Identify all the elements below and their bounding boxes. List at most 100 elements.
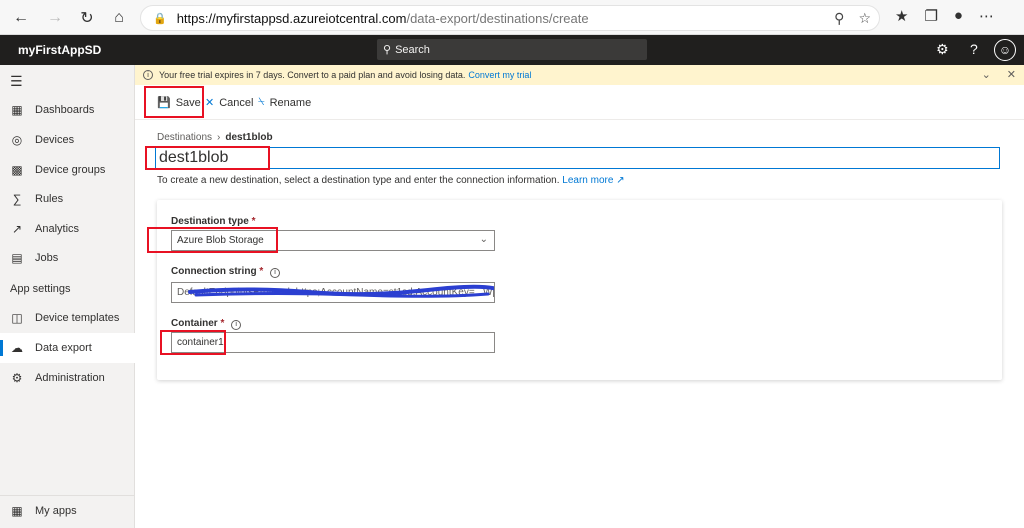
highlight-destination-type: [147, 227, 278, 253]
address-bar[interactable]: 🔒 https://myfirstappsd.azureiotcentral.c…: [140, 5, 880, 31]
destination-name-input[interactable]: dest1blob: [155, 147, 1000, 169]
forward-icon[interactable]: →: [44, 7, 66, 29]
jobs-icon: ▤: [11, 251, 23, 265]
destination-type-label: Destination type *: [171, 216, 255, 227]
helper-text: To create a new destination, select a de…: [157, 175, 625, 186]
helper-description: To create a new destination, select a de…: [157, 175, 560, 186]
profile-icon[interactable]: ●: [954, 7, 963, 25]
sidebar-item-device-groups[interactable]: ▩ Device groups: [0, 155, 135, 185]
rename-icon: ⍀: [258, 96, 265, 108]
rules-icon: ∑: [12, 192, 22, 206]
refresh-icon[interactable]: ↻: [76, 7, 98, 29]
sidebar-item-label: Rules: [35, 193, 64, 205]
cancel-x-icon: ✕: [205, 97, 215, 109]
trial-banner: i Your free trial expires in 7 days. Con…: [135, 65, 1024, 85]
sidebar-item-label: Dashboards: [35, 104, 95, 116]
rename-label: Rename: [269, 96, 312, 109]
data-export-icon: ☁: [11, 341, 23, 355]
redaction-scribble: [188, 284, 494, 298]
sidebar-item-label: Device groups: [35, 164, 106, 176]
url-path: /data-export/destinations/create: [406, 10, 589, 26]
rename-button[interactable]: ⍀ Rename: [258, 96, 311, 109]
more-options-icon[interactable]: ⋯: [979, 7, 994, 25]
cancel-button[interactable]: ✕ Cancel: [205, 96, 254, 110]
sidebar-item-label: Analytics: [35, 223, 80, 235]
sidebar-item-administration[interactable]: ⚙ Administration: [0, 363, 135, 393]
app-title[interactable]: myFirstAppSD: [18, 43, 101, 57]
sidebar-item-my-apps[interactable]: ▦ My apps: [0, 496, 135, 526]
required-mark: *: [251, 216, 256, 227]
command-bar: 💾 Save ✕ Cancel ⍀ Rename: [135, 85, 1024, 120]
sidebar-item-label: My apps: [35, 505, 77, 517]
main-content: 💾 Save ✕ Cancel ⍀ Rename Destinations › de…: [135, 85, 1024, 528]
breadcrumb-chevron-icon: ›: [217, 132, 221, 143]
convert-trial-link[interactable]: Convert my trial: [468, 70, 531, 80]
settings-gear-icon[interactable]: ⚙: [936, 41, 949, 58]
sidebar-item-jobs[interactable]: ▤ Jobs: [0, 243, 135, 273]
close-banner-icon[interactable]: ✕: [1007, 68, 1016, 81]
analytics-icon: ↗: [11, 222, 23, 236]
search-placeholder: Search: [395, 43, 430, 56]
sidebar-item-rules[interactable]: ∑ Rules: [0, 184, 135, 214]
highlight-name: [145, 146, 270, 170]
favorite-star-icon[interactable]: ☆: [858, 10, 871, 27]
required-mark: *: [259, 266, 264, 277]
lock-icon: 🔒: [153, 12, 167, 25]
info-icon[interactable]: i: [270, 267, 281, 278]
sidebar-item-devices[interactable]: ◎ Devices: [0, 125, 135, 155]
dashboard-icon: ▦: [11, 103, 23, 117]
account-avatar-icon[interactable]: ☺: [994, 39, 1016, 61]
browser-toolbar: ← → ↻ ⌂ 🔒 https://myfirstappsd.azureiotc…: [0, 0, 1024, 35]
cancel-label: Cancel: [219, 96, 254, 109]
connection-string-label: Connection string * i: [171, 266, 281, 278]
chevron-down-icon: ⌄: [479, 234, 488, 245]
sidebar-item-data-export[interactable]: ☁ Data export: [0, 333, 135, 363]
sidebar: ☰ ▦ Dashboards ◎ Devices ▩ Device groups…: [0, 65, 135, 528]
search-input[interactable]: ⚲ Search: [377, 39, 647, 60]
my-apps-icon: ▦: [11, 504, 23, 518]
destination-type-label-text: Destination type: [171, 216, 249, 227]
learn-more-link[interactable]: Learn more ↗: [562, 175, 624, 186]
back-icon[interactable]: ←: [10, 7, 32, 29]
sidebar-item-label: Data export: [35, 342, 92, 354]
sidebar-item-dashboards[interactable]: ▦ Dashboards: [0, 95, 135, 125]
external-link-icon: ↗: [616, 175, 625, 186]
learn-more-label: Learn more: [562, 175, 614, 186]
breadcrumb-current: dest1blob: [225, 132, 273, 143]
devices-icon: ◎: [11, 133, 23, 147]
collections-icon[interactable]: ❐: [924, 7, 937, 25]
zoom-icon[interactable]: ⚲: [834, 10, 844, 27]
sidebar-item-label: Jobs: [35, 252, 59, 264]
url-host: https://myfirstappsd.azureiotcentral.com: [176, 10, 407, 26]
sidebar-item-device-templates[interactable]: ◫ Device templates: [0, 303, 135, 333]
required-mark: *: [220, 318, 225, 329]
device-groups-icon: ▩: [11, 163, 23, 177]
breadcrumb-destinations[interactable]: Destinations: [157, 132, 212, 143]
favorites-icon[interactable]: ★: [895, 7, 908, 25]
hamburger-menu-icon[interactable]: ☰: [10, 73, 23, 90]
highlight-container: [160, 330, 226, 355]
container-label: Container * i: [171, 318, 242, 330]
search-icon: ⚲: [383, 44, 392, 56]
device-templates-icon: ◫: [11, 311, 23, 325]
sidebar-item-label: Device templates: [35, 312, 120, 324]
expand-banner-icon[interactable]: ⌄: [982, 68, 991, 81]
highlight-save: [144, 86, 204, 118]
sidebar-item-label: Administration: [35, 372, 105, 384]
help-icon[interactable]: ?: [970, 41, 978, 57]
info-icon[interactable]: i: [231, 319, 242, 330]
home-icon[interactable]: ⌂: [108, 7, 130, 29]
app-header: myFirstAppSD ⚲ Search ⚙ ? ☺: [0, 35, 1024, 65]
info-icon: i: [143, 70, 153, 80]
sidebar-item-analytics[interactable]: ↗ Analytics: [0, 214, 135, 244]
administration-icon: ⚙: [11, 371, 23, 385]
banner-text: Your free trial expires in 7 days. Conve…: [159, 70, 466, 80]
connection-string-label-text: Connection string: [171, 266, 257, 277]
destination-form-area: Destinations › dest1blob dest1blob To crea…: [135, 120, 1024, 528]
breadcrumb: Destinations › dest1blob: [157, 132, 273, 143]
connection-string-input[interactable]: DefaultEndpointsProtocol=https;AccountNa…: [171, 282, 495, 303]
sidebar-item-label: Devices: [35, 134, 75, 146]
destination-settings-card: Destination type * Azure Blob Storage ⌄ …: [147, 200, 1002, 380]
container-label-text: Container: [171, 318, 218, 329]
sidebar-section-app-settings: App settings: [10, 283, 71, 295]
